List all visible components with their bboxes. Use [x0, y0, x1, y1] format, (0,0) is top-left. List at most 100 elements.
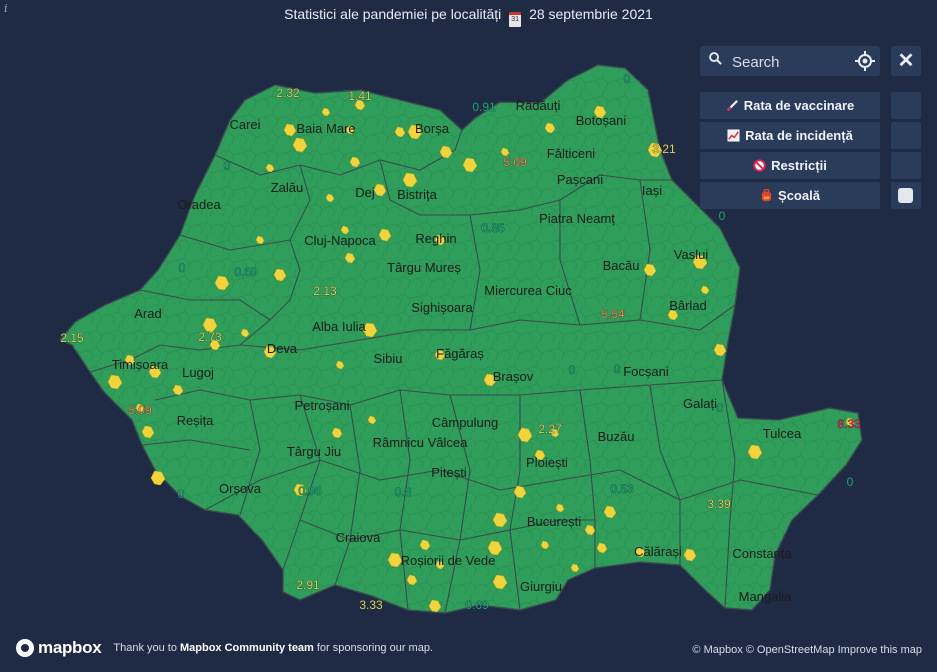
- chart-icon: [727, 129, 740, 142]
- city-label: Ploiești: [526, 455, 568, 470]
- city-label: Făgăraș: [436, 346, 484, 361]
- city-label: Timișoara: [112, 357, 169, 372]
- mapbox-logo[interactable]: mapbox: [16, 638, 102, 658]
- incidence-rate-label: 8.33: [837, 417, 861, 431]
- incidence-rate-label: 0: [847, 475, 854, 489]
- incidence-rate-label: 0: [178, 487, 185, 501]
- layer-restrictions-button[interactable]: Restricții: [700, 152, 880, 179]
- layer-incidence-toggle[interactable]: [891, 122, 921, 149]
- incidence-rate-label: 1.41: [348, 89, 372, 103]
- city-label: București: [527, 514, 581, 529]
- city-label: Botoșani: [576, 113, 627, 128]
- locate-icon[interactable]: [855, 51, 875, 71]
- incidence-rate-label: 0.91: [472, 100, 496, 114]
- city-label: Focșani: [623, 364, 669, 379]
- city-label: Mangalia: [739, 589, 793, 604]
- city-label: Carei: [229, 117, 260, 132]
- incidence-rate-label: 0.85: [481, 221, 505, 235]
- city-label: Borșa: [415, 121, 450, 136]
- layer-vaccination-button[interactable]: Rata de vaccinare: [700, 92, 880, 119]
- no-entry-icon: [753, 159, 766, 172]
- incidence-rate-label: 3.33: [359, 598, 383, 612]
- checkbox: [898, 188, 913, 203]
- incidence-rate-label: 0: [179, 261, 186, 275]
- city-label: Dej: [355, 185, 375, 200]
- city-label: Pașcani: [557, 172, 603, 187]
- layer-school-button[interactable]: Școală: [700, 182, 880, 209]
- search-input[interactable]: [730, 50, 844, 74]
- city-label: Bârlad: [669, 298, 707, 313]
- city-label: Buzău: [598, 429, 635, 444]
- city-label: Târgu Mureș: [387, 260, 461, 275]
- incidence-rate-label: 5.54: [601, 307, 625, 321]
- incidence-rate-label: 3.21: [652, 142, 676, 156]
- attribution[interactable]: © Mapbox © OpenStreetMap Improve this ma…: [692, 644, 922, 656]
- incidence-rate-label: 0: [719, 209, 726, 223]
- mapbox-logo-icon: [16, 639, 34, 657]
- city-label: Fălticeni: [547, 146, 596, 161]
- city-label: Lugoj: [182, 365, 214, 380]
- backpack-icon: [761, 189, 772, 202]
- city-label: Vaslui: [674, 247, 709, 262]
- layer-vaccination-toggle[interactable]: [891, 92, 921, 119]
- city-label: Pitești: [431, 465, 467, 480]
- city-label: Iași: [642, 183, 662, 198]
- incidence-rate-label: 0.69: [234, 265, 258, 279]
- syringe-icon: [726, 100, 738, 111]
- city-label: Orșova: [219, 481, 262, 496]
- city-label: Galați: [683, 396, 717, 411]
- footer-credits: mapbox Thank you to Mapbox Community tea…: [16, 638, 433, 658]
- incidence-rate-label: 2.15: [60, 331, 84, 345]
- incidence-rate-label: 0: [569, 363, 576, 377]
- city-label: Tulcea: [763, 426, 802, 441]
- incidence-rate-label: 0.96: [298, 484, 322, 498]
- layer-label: Rata de incidență: [745, 128, 853, 143]
- incidence-rate-label: 0: [224, 159, 231, 173]
- city-label: Târgu Jiu: [287, 444, 341, 459]
- incidence-rate-label: 0.69: [465, 598, 489, 612]
- incidence-rate-label: 2.13: [313, 284, 337, 298]
- city-label: Craiova: [336, 530, 382, 545]
- layer-label: Rata de vaccinare: [743, 98, 855, 113]
- incidence-rate-label: 2.91: [296, 578, 320, 592]
- city-label: Arad: [134, 306, 161, 321]
- city-label: Bistrița: [397, 187, 438, 202]
- city-label: Constanța: [732, 546, 792, 561]
- city-label: Zalău: [271, 180, 304, 195]
- city-label: Piatra Neamț: [539, 211, 615, 226]
- city-label: Baia Mare: [296, 121, 355, 136]
- incidence-rate-label: 5.09: [128, 403, 152, 417]
- search-box[interactable]: [700, 46, 880, 76]
- layer-label: Restricții: [771, 158, 827, 173]
- layer-incidence-button[interactable]: Rata de incidență: [700, 122, 880, 149]
- city-label: Reghin: [415, 231, 456, 246]
- city-label: Reșița: [177, 413, 215, 428]
- city-label: Deva: [267, 341, 298, 356]
- incidence-rate-label: 2.32: [276, 86, 300, 100]
- city-label: Petroșani: [295, 398, 350, 413]
- incidence-rate-label: 0: [614, 362, 621, 376]
- city-label: Călărași: [634, 544, 682, 559]
- city-label: Cluj-Napoca: [304, 233, 376, 248]
- city-label: Râmnicu Vâlcea: [373, 435, 468, 450]
- sponsor-link[interactable]: Mapbox Community team: [180, 642, 314, 654]
- search-icon: [709, 52, 722, 65]
- city-label: Giurgiu: [520, 579, 562, 594]
- city-label: Roșiorii de Vede: [401, 553, 496, 568]
- city-label: Bacău: [603, 258, 640, 273]
- city-label: Sibiu: [374, 351, 403, 366]
- city-label: Rădăuți: [516, 98, 561, 113]
- layer-restrictions-toggle[interactable]: [891, 152, 921, 179]
- incidence-rate-label: 0: [624, 72, 631, 86]
- incidence-rate-label: 0.8: [395, 485, 412, 499]
- layer-school-toggle[interactable]: [891, 182, 921, 209]
- close-button[interactable]: ✕: [891, 46, 921, 76]
- city-label: Miercurea Ciuc: [484, 283, 572, 298]
- thanks-prefix: Thank you to: [113, 642, 177, 654]
- incidence-rate-label: 0.53: [610, 482, 634, 496]
- city-label: Câmpulung: [432, 415, 499, 430]
- mapbox-logo-text: mapbox: [38, 638, 102, 657]
- incidence-rate-label: 2.27: [538, 422, 562, 436]
- city-label: Oradea: [177, 197, 221, 212]
- thanks-suffix: for sponsoring our map.: [316, 642, 434, 654]
